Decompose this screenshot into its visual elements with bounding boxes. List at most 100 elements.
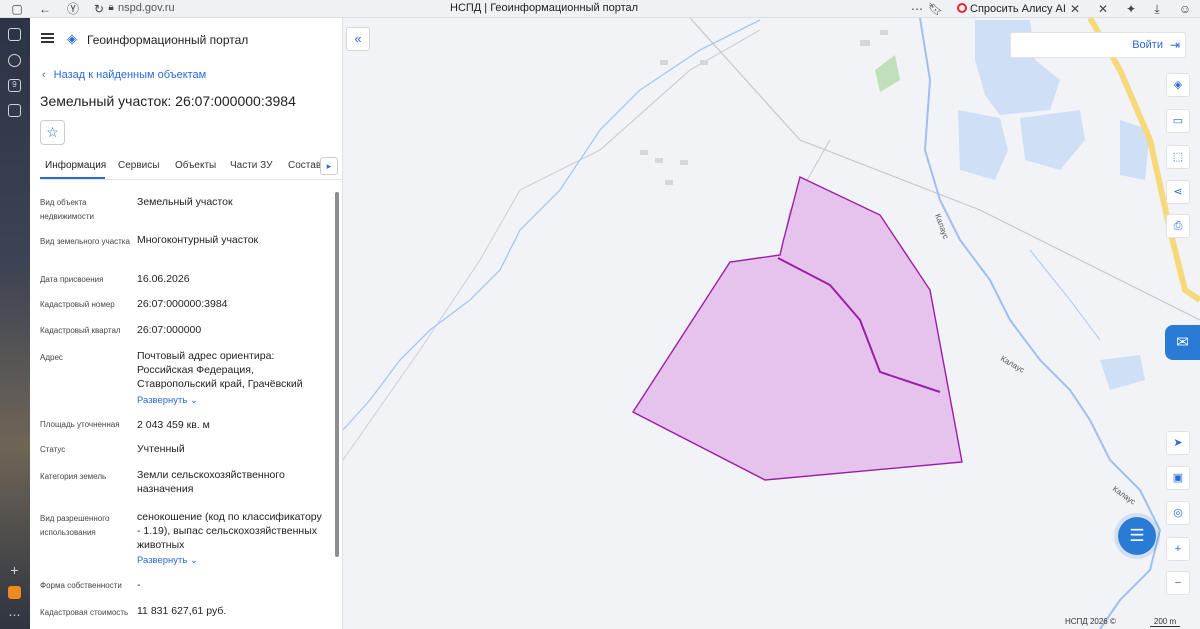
buildings xyxy=(640,30,888,185)
yandex-icon[interactable]: Ⓨ xyxy=(66,2,80,16)
tab-bar: Информация Сервисы Объекты Части ЗУ Сост… xyxy=(40,154,342,180)
field-value: - xyxy=(137,579,141,591)
locate-button[interactable]: ➤ xyxy=(1166,431,1190,455)
tab-info[interactable]: Информация xyxy=(45,160,106,171)
extension2-icon[interactable]: ✕ xyxy=(1096,2,1110,16)
back-link-label: Назад к найденным объектам xyxy=(53,69,207,81)
field-value: Почтовый адрес ориентира: Российская Фед… xyxy=(137,350,303,390)
map-svg: Калаус Калаус Калаус xyxy=(343,18,1200,629)
pond xyxy=(958,110,1008,180)
field-value: Земельный участок xyxy=(137,196,233,208)
share-icon: ⋖ xyxy=(1173,186,1183,198)
back-arrow-icon[interactable]: ← xyxy=(38,2,52,16)
page-title: Земельный участок: 26:07:000000:3984 xyxy=(40,93,296,109)
field-label: Статус xyxy=(40,445,66,454)
print-button[interactable]: ⎙ xyxy=(1166,214,1190,238)
field-value: Учтенный xyxy=(137,443,185,455)
land-parcel[interactable] xyxy=(631,176,963,481)
back-link[interactable]: ‹ Назад к найденным объектам xyxy=(42,69,206,81)
share-button[interactable]: ⋖ xyxy=(1166,180,1190,204)
pond xyxy=(1020,110,1085,170)
more-icon[interactable]: ⋯ xyxy=(910,2,924,16)
field-label: Вид разрешенного использования xyxy=(40,514,110,537)
extension-icon[interactable]: ✕ xyxy=(1068,2,1082,16)
map-canvas[interactable]: Калаус Калаус Калаус xyxy=(343,18,1200,629)
bookmark-icon[interactable]: 🔖︎ xyxy=(928,2,943,16)
add-icon[interactable]: + xyxy=(8,563,21,577)
layers-button[interactable]: ◈ xyxy=(1166,73,1190,97)
play-icon[interactable] xyxy=(8,54,21,67)
favorite-button[interactable]: ☆ xyxy=(40,120,65,145)
tabs-scroll-right-button[interactable]: ▸ xyxy=(320,157,338,175)
pin-icon: ◎ xyxy=(1173,507,1183,519)
field-value: Земли сельскохозяйственного назначения xyxy=(137,469,285,495)
field-label: Дата присвоения xyxy=(40,275,104,284)
chevron-left-icon: ‹ xyxy=(42,69,46,81)
field-value: 11 831 627,61 руб. xyxy=(137,605,227,617)
navigation-arrow-icon: ➤ xyxy=(1173,437,1183,449)
browser-toolbar: ▢ ← Ⓨ ↻ 🔒︎ nspd.gov.ru НСПД | Геоинформа… xyxy=(0,0,1200,18)
alice-button[interactable]: Спросить Алису AI xyxy=(953,1,1072,17)
tab-services[interactable]: Сервисы xyxy=(118,160,159,171)
double-chevron-left-icon: « xyxy=(354,31,362,46)
feedback-button[interactable]: ✉ xyxy=(1165,325,1200,360)
tab-composition[interactable]: Состав xyxy=(288,160,321,171)
active-tab-indicator xyxy=(40,177,105,179)
collapse-panel-button[interactable]: « xyxy=(346,27,370,51)
river-label: Калаус xyxy=(1111,484,1137,506)
expand-address-link[interactable]: Развернуть ⌄ xyxy=(137,395,198,406)
expand-label: Развернуть xyxy=(137,395,188,406)
chevron-down-icon: ⌄ xyxy=(190,555,198,566)
tab-parts[interactable]: Части ЗУ xyxy=(230,160,272,171)
address-bar[interactable]: nspd.gov.ru xyxy=(118,2,175,14)
field-label: Вид объекта недвижимости xyxy=(40,198,94,221)
profile-icon[interactable]: ☺ xyxy=(1178,2,1192,16)
river-label: Калаус xyxy=(999,354,1026,375)
tab-title: НСПД | Геоинформационный портал xyxy=(450,2,639,14)
road xyxy=(599,29,761,151)
chevron-down-icon: ⌄ xyxy=(190,395,198,406)
layers-icon: ◈ xyxy=(1173,79,1183,91)
minus-icon: − xyxy=(1174,577,1182,589)
app-icon[interactable] xyxy=(8,586,21,599)
select-area-button[interactable]: ⬚ xyxy=(1166,145,1190,169)
road xyxy=(343,149,601,461)
field-label: Площадь уточненная xyxy=(40,420,120,429)
print-icon: ⎙ xyxy=(1173,220,1183,232)
login-icon[interactable]: ⇥ xyxy=(1170,38,1180,52)
field-value: 2 043 459 кв. м xyxy=(137,419,210,431)
alice-label: Спросить Алису AI xyxy=(970,3,1066,15)
plus-icon: + xyxy=(1174,543,1182,555)
lock-icon: 🔒︎ xyxy=(108,2,114,13)
tab-objects[interactable]: Объекты xyxy=(175,160,216,171)
ruler-icon: ▭ xyxy=(1172,115,1184,127)
mail-icon[interactable]: 9 xyxy=(8,79,21,92)
coordinates-button[interactable]: ◎ xyxy=(1166,501,1190,525)
field-label: Форма собственности xyxy=(40,581,122,590)
download-icon[interactable]: ⤓ xyxy=(1150,2,1164,16)
chat-fab-button[interactable]: ☰ xyxy=(1118,517,1156,555)
zoom-in-button[interactable]: + xyxy=(1166,537,1190,561)
basemap-button[interactable]: ▣ xyxy=(1166,466,1190,490)
portal-logo-icon: ◈ xyxy=(67,31,77,46)
collections-icon[interactable] xyxy=(8,28,21,41)
browser-sidebar: 9 + ⋯ xyxy=(0,18,30,629)
field-value: 16.06.2026 xyxy=(137,273,190,285)
field-value: 26:07:000000 xyxy=(137,324,202,336)
map-attribution: НСПД 2026 © xyxy=(1065,617,1116,626)
star-icon: ☆ xyxy=(46,124,59,140)
more-vertical-icon[interactable]: ⋯ xyxy=(8,609,21,623)
stream xyxy=(1029,249,1101,341)
expand-usage-link[interactable]: Развернуть ⌄ xyxy=(137,555,198,566)
panel-scrollbar[interactable] xyxy=(335,192,339,557)
measure-button[interactable]: ▭ xyxy=(1166,109,1190,133)
menu-icon[interactable] xyxy=(41,33,54,43)
tabs-icon[interactable]: ▢ xyxy=(10,2,24,16)
field-value: Многоконтурный участок xyxy=(137,234,259,246)
alice-icon xyxy=(957,3,967,13)
screenshot-icon[interactable] xyxy=(8,104,21,117)
chat-icon: ☰ xyxy=(1129,526,1145,545)
login-button[interactable]: Войти xyxy=(1132,39,1163,51)
zoom-out-button[interactable]: − xyxy=(1166,571,1190,595)
extensions-icon[interactable]: ✦ xyxy=(1124,2,1138,16)
